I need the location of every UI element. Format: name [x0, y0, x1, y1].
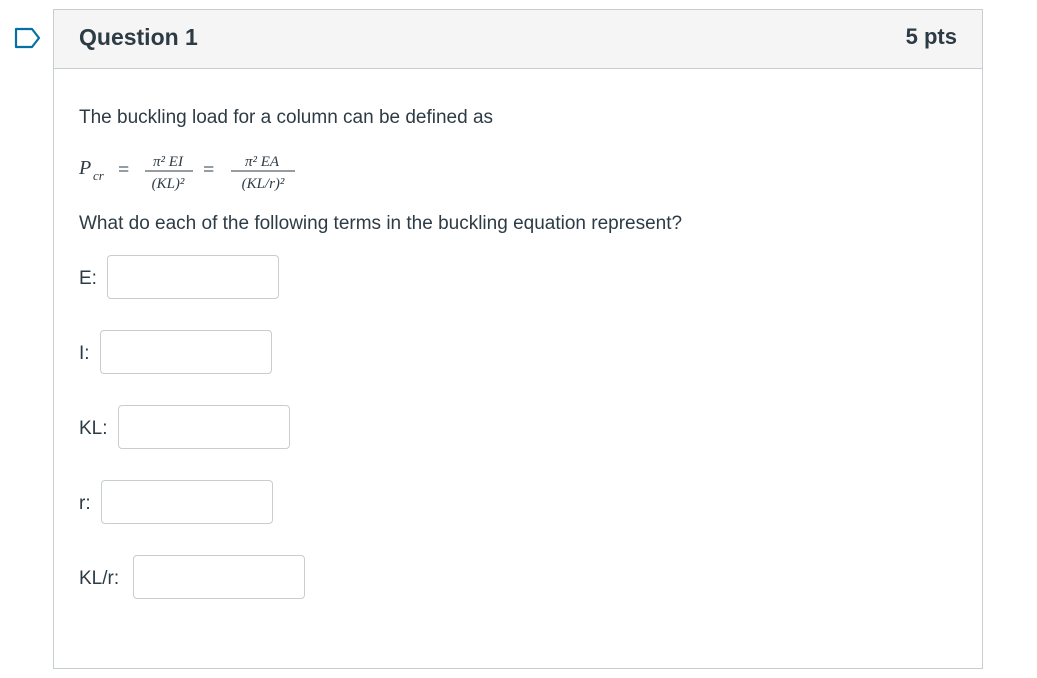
field-label-kl-r: KL/r:: [79, 568, 120, 589]
formula-term2-numerator: π² EA: [245, 154, 280, 170]
formula-lhs-symbol: P: [79, 157, 91, 179]
question-points: 5 pts: [905, 24, 957, 49]
formula-term2-denominator: (KL/r)²: [242, 176, 285, 192]
answer-input-e[interactable]: [107, 255, 279, 299]
flag-question-icon[interactable]: [14, 27, 41, 49]
field-label-kl: KL:: [79, 418, 108, 439]
formula-term1-numerator: π² EI: [153, 154, 184, 170]
answer-input-r[interactable]: [101, 480, 273, 524]
question-instruction: What do each of the following terms in t…: [79, 213, 683, 234]
field-label-r: r:: [79, 493, 91, 514]
equals-sign-2: =: [203, 159, 214, 181]
formula-lhs-subscript: cr: [93, 168, 105, 183]
question-prompt: The buckling load for a column can be de…: [79, 107, 494, 128]
question-title: Question 1: [79, 24, 198, 50]
question-card: Question 1 5 pts The buckling load for a…: [53, 9, 983, 669]
formula-term1-denominator: (KL)²: [152, 176, 185, 192]
field-label-e: E:: [79, 268, 97, 289]
answer-input-kl[interactable]: [118, 405, 290, 449]
buckling-formula: P cr = π² EI (KL)² = π² EA (KL/r)²: [78, 150, 319, 200]
question-header: Question 1 5 pts: [54, 10, 982, 69]
field-label-i: I:: [79, 343, 90, 364]
answer-input-i[interactable]: [100, 330, 272, 374]
answer-input-kl-r[interactable]: [133, 555, 305, 599]
equals-sign-1: =: [118, 159, 129, 181]
